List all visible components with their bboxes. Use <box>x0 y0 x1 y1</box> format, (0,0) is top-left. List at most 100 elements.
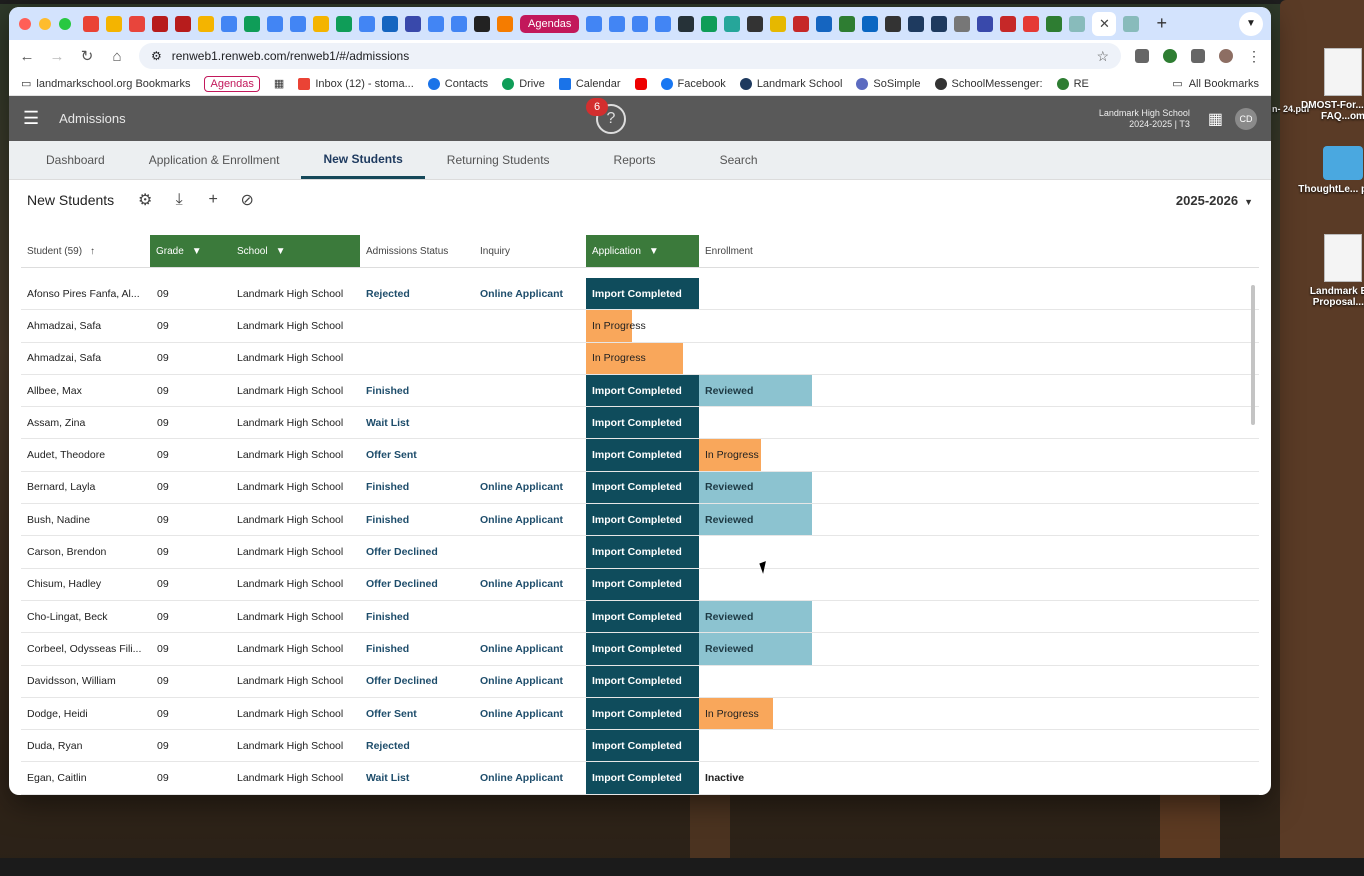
enrollment-status-pill[interactable] <box>699 666 705 697</box>
apps-grid-icon[interactable]: ▦ <box>1208 109 1223 129</box>
application-status-pill[interactable]: Import Completed <box>586 471 699 504</box>
app-tab-icon[interactable] <box>747 15 764 32</box>
sheets-tab-icon[interactable] <box>336 15 352 32</box>
enrollment-status-pill[interactable]: Inactive <box>699 762 744 793</box>
enrollment-status-pill[interactable]: Reviewed <box>699 471 812 504</box>
docs-tab-icon[interactable] <box>359 15 375 32</box>
bookmark-drive[interactable]: Drive <box>502 77 545 90</box>
enrollment-status-pill[interactable]: Reviewed <box>699 374 812 407</box>
filter-icon[interactable]: ▼ <box>649 246 659 257</box>
profile-icon[interactable] <box>1219 49 1233 63</box>
enrollment-status-pill[interactable]: In Progress <box>699 439 761 471</box>
puzzle-icon[interactable] <box>1191 49 1205 63</box>
table-row[interactable]: Duda, Ryan 09 Landmark High School Rejected… <box>21 730 1259 763</box>
docs-tab-icon[interactable] <box>632 15 649 32</box>
enrollment-status-pill[interactable] <box>699 730 705 761</box>
app-tab-icon[interactable] <box>954 15 971 32</box>
application-status-pill[interactable]: Import Completed <box>586 762 699 794</box>
vertical-scrollbar[interactable] <box>1251 285 1255 425</box>
table-row[interactable]: Ahmadzai, Safa 09 Landmark High School In P… <box>21 310 1259 343</box>
minimize-window-button[interactable] <box>39 17 51 30</box>
download-icon[interactable]: ⤓ <box>170 191 188 209</box>
clear-filter-icon[interactable]: ⊘ <box>238 190 256 210</box>
tab-reports[interactable]: Reports <box>572 141 698 179</box>
header-enrollment[interactable]: Enrollment <box>699 235 812 267</box>
enrollment-status-pill[interactable] <box>699 407 705 438</box>
tab-search-chevron-icon[interactable]: ▼ <box>1239 11 1263 36</box>
maps-tab-icon[interactable] <box>793 15 810 32</box>
table-row[interactable]: Cho-Lingat, Beck 09 Landmark High School Fi… <box>21 600 1259 634</box>
application-status-pill[interactable]: Import Completed <box>586 665 699 697</box>
home-icon[interactable]: ⌂ <box>109 48 125 65</box>
app-tab-icon[interactable] <box>724 15 741 32</box>
docs-tab-icon[interactable] <box>451 15 467 32</box>
sheets-tab-icon[interactable] <box>701 15 718 32</box>
app-tab-icon[interactable] <box>1000 15 1017 32</box>
docs-tab-icon[interactable] <box>290 15 306 32</box>
hamburger-menu-icon[interactable]: ☰ <box>23 108 39 129</box>
new-tab-plus-icon[interactable]: + <box>1156 13 1167 34</box>
application-status-pill[interactable]: Import Completed <box>586 439 699 471</box>
table-row[interactable]: Dodge, Heidi 09 Landmark High School Offer … <box>21 697 1259 731</box>
amazon-tab-icon[interactable] <box>885 15 902 32</box>
application-status-pill[interactable]: Import Completed <box>586 600 699 633</box>
app-tab-icon[interactable] <box>1023 15 1040 32</box>
bookmark-facebook[interactable]: Facebook <box>660 77 726 90</box>
table-row[interactable]: Audet, Theodore 09 Landmark High School Off… <box>21 439 1259 472</box>
bookmark-folder[interactable]: ▭ landmarkschool.org Bookmarks <box>21 77 190 91</box>
app-tab-icon[interactable] <box>839 15 856 32</box>
header-grade[interactable]: Grade ▼ <box>150 235 231 267</box>
desktop-file-dmost[interactable]: DMOST-For...and-FAQ...om <box>1298 48 1364 122</box>
maximize-window-button[interactable] <box>59 17 71 30</box>
table-row[interactable]: Assam, Zina 09 Landmark High School Wait Li… <box>21 407 1259 440</box>
settings-gear-icon[interactable]: ⚙ <box>136 190 154 210</box>
slides-tab-icon[interactable] <box>313 15 329 32</box>
enrollment-status-pill[interactable] <box>699 343 705 374</box>
bookmark-youtube[interactable] <box>634 77 647 90</box>
docs-tab-icon[interactable] <box>655 15 672 32</box>
pdf-tab-icon[interactable] <box>175 15 191 32</box>
bookmark-landmark[interactable]: Landmark School <box>739 77 842 90</box>
app-tab-icon[interactable] <box>770 15 787 32</box>
enrollment-status-pill[interactable] <box>699 536 705 567</box>
back-arrow-icon[interactable]: ← <box>19 48 35 65</box>
active-tab-close-icon[interactable]: ✕ <box>1092 11 1117 36</box>
table-row[interactable]: Allbee, Max 09 Landmark High School Finishe… <box>21 374 1259 408</box>
zoom-tab-icon[interactable] <box>977 15 994 32</box>
table-row[interactable]: Davidsson, William 09 Landmark High School… <box>21 665 1259 698</box>
application-status-pill[interactable]: Import Completed <box>586 407 699 439</box>
application-status-pill[interactable]: Import Completed <box>586 536 699 568</box>
sort-up-arrow-icon[interactable]: ↑ <box>90 246 95 257</box>
table-row[interactable]: Carson, Brendon 09 Landmark High School Off… <box>21 536 1259 569</box>
gmail-tab-icon[interactable] <box>83 15 99 32</box>
table-row[interactable]: Corbeel, Odysseas Fili... 09 Landmark High… <box>21 633 1259 666</box>
docs-tab-icon[interactable] <box>428 15 444 32</box>
app-tab-icon[interactable] <box>1123 15 1140 32</box>
edit-tab-icon[interactable] <box>474 15 490 32</box>
application-status-pill[interactable]: Import Completed <box>586 374 699 407</box>
application-status-pill[interactable]: In Progress <box>586 310 646 342</box>
zoom-tab-icon[interactable] <box>405 15 421 32</box>
app-tab-icon[interactable] <box>1046 15 1063 32</box>
tab-agendas[interactable]: Agendas <box>520 14 580 33</box>
application-status-pill[interactable]: Import Completed <box>586 697 699 730</box>
application-status-pill[interactable]: Import Completed <box>586 730 699 762</box>
sheets-tab-icon[interactable] <box>244 15 260 32</box>
header-school[interactable]: School ▼ <box>231 235 360 267</box>
bookmark-contacts[interactable]: Contacts <box>427 77 488 90</box>
docs-tab-icon[interactable] <box>586 15 603 32</box>
tab-dashboard[interactable]: Dashboard <box>24 141 127 179</box>
close-window-button[interactable] <box>19 17 31 30</box>
enrollment-status-pill[interactable]: Reviewed <box>699 633 812 665</box>
table-row[interactable]: Bush, Nadine 09 Landmark High School Finish… <box>21 504 1259 537</box>
tab-application-enrollment[interactable]: Application & Enrollment <box>127 141 302 179</box>
application-status-pill[interactable]: Import Completed <box>586 568 699 600</box>
site-info-icon[interactable]: ⚙ <box>151 49 162 63</box>
application-status-pill[interactable]: Import Completed <box>586 633 699 665</box>
enrollment-status-pill[interactable] <box>699 569 705 600</box>
enrollment-status-pill[interactable] <box>699 310 705 341</box>
add-icon[interactable]: + <box>204 191 222 209</box>
check-extension-icon[interactable] <box>1163 49 1177 63</box>
desktop-folder-thoughtle[interactable]: ThoughtLe... plcon <box>1298 146 1364 195</box>
forward-arrow-icon[interactable]: → <box>49 48 65 65</box>
